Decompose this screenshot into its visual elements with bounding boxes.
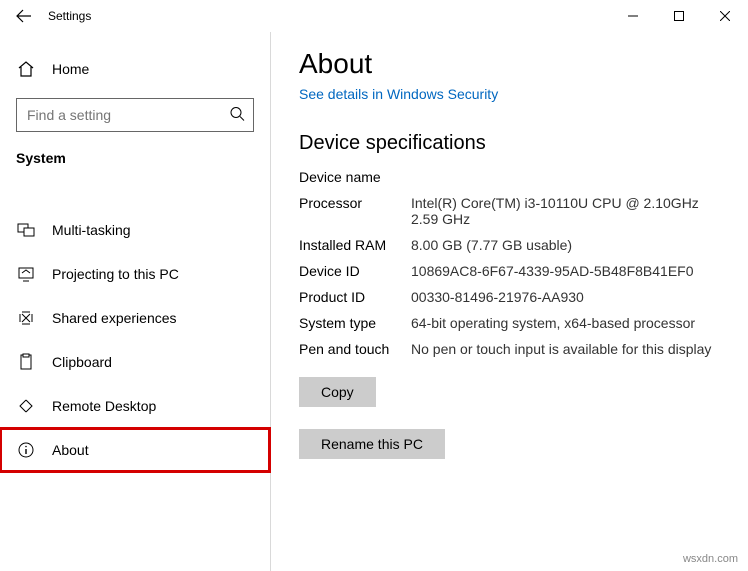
info-icon (16, 441, 36, 459)
projecting-icon (16, 265, 36, 283)
home-link[interactable]: Home (0, 52, 270, 86)
spec-val (411, 169, 728, 185)
spec-row-processor: Processor Intel(R) Core(TM) i3-10110U CP… (299, 195, 728, 227)
spec-row-device-id: Device ID 10869AC8-6F67-4339-95AD-5B48F8… (299, 263, 728, 279)
spec-key: Installed RAM (299, 237, 411, 253)
window-controls (610, 0, 748, 32)
titlebar: Settings (0, 0, 748, 32)
sidebar-item-multi-tasking[interactable]: Multi-tasking (0, 208, 270, 252)
device-specs-header: Device specifications (299, 132, 728, 155)
sidebar: Home System Multi-tasking Projecting to … (0, 32, 270, 571)
spec-key: System type (299, 315, 411, 331)
back-button[interactable] (8, 0, 40, 32)
spec-val: Intel(R) Core(TM) i3-10110U CPU @ 2.10GH… (411, 195, 728, 227)
close-icon (720, 11, 730, 21)
spec-val: 64-bit operating system, x64-based proce… (411, 315, 728, 331)
shared-experiences-icon (16, 309, 36, 327)
spec-row-device-name: Device name (299, 169, 728, 185)
remote-desktop-icon (16, 397, 36, 415)
spec-row-product-id: Product ID 00330-81496-21976-AA930 (299, 289, 728, 305)
sidebar-item-label: Projecting to this PC (52, 266, 179, 282)
maximize-icon (674, 11, 684, 21)
search-input[interactable] (17, 99, 253, 131)
arrow-left-icon (16, 8, 32, 24)
home-icon (16, 60, 36, 78)
sidebar-section-header: System (0, 150, 270, 176)
spec-row-system-type: System type 64-bit operating system, x64… (299, 315, 728, 331)
source-watermark: wsxdn.com (683, 553, 738, 565)
home-label: Home (52, 61, 89, 77)
sidebar-item-remote-desktop[interactable]: Remote Desktop (0, 384, 270, 428)
spec-row-pen-touch: Pen and touch No pen or touch input is a… (299, 341, 728, 357)
spec-val: 10869AC8-6F67-4339-95AD-5B48F8B41EF0 (411, 263, 728, 279)
search-box[interactable] (16, 98, 254, 132)
device-specs-table: Device name Processor Intel(R) Core(TM) … (299, 169, 728, 357)
clipboard-icon (16, 353, 36, 371)
copy-button[interactable]: Copy (299, 377, 376, 407)
sidebar-nav: Multi-tasking Projecting to this PC Shar… (0, 208, 270, 472)
page-title: About (299, 48, 728, 80)
sidebar-item-label: Multi-tasking (52, 222, 131, 238)
spec-key: Processor (299, 195, 411, 227)
sidebar-item-about[interactable]: About (0, 428, 270, 472)
spec-val: 00330-81496-21976-AA930 (411, 289, 728, 305)
spec-key: Device ID (299, 263, 411, 279)
rename-pc-button[interactable]: Rename this PC (299, 429, 445, 459)
sidebar-item-label: Clipboard (52, 354, 112, 370)
minimize-button[interactable] (610, 0, 656, 32)
sidebar-item-projecting[interactable]: Projecting to this PC (0, 252, 270, 296)
spec-key: Pen and touch (299, 341, 411, 357)
maximize-button[interactable] (656, 0, 702, 32)
spec-row-ram: Installed RAM 8.00 GB (7.77 GB usable) (299, 237, 728, 253)
spec-key: Device name (299, 169, 411, 185)
sidebar-item-shared-experiences[interactable]: Shared experiences (0, 296, 270, 340)
close-button[interactable] (702, 0, 748, 32)
spec-key: Product ID (299, 289, 411, 305)
sidebar-item-clipboard[interactable]: Clipboard (0, 340, 270, 384)
sidebar-item-label: About (52, 442, 89, 458)
window-title: Settings (48, 9, 91, 23)
sidebar-item-label: Remote Desktop (52, 398, 156, 414)
minimize-icon (628, 11, 638, 21)
spec-val: No pen or touch input is available for t… (411, 341, 728, 357)
sidebar-item-label: Shared experiences (52, 310, 177, 326)
spec-val: 8.00 GB (7.77 GB usable) (411, 237, 728, 253)
windows-security-link[interactable]: See details in Windows Security (299, 86, 498, 102)
multitasking-icon (16, 221, 36, 239)
main-pane: About See details in Windows Security De… (270, 32, 748, 571)
